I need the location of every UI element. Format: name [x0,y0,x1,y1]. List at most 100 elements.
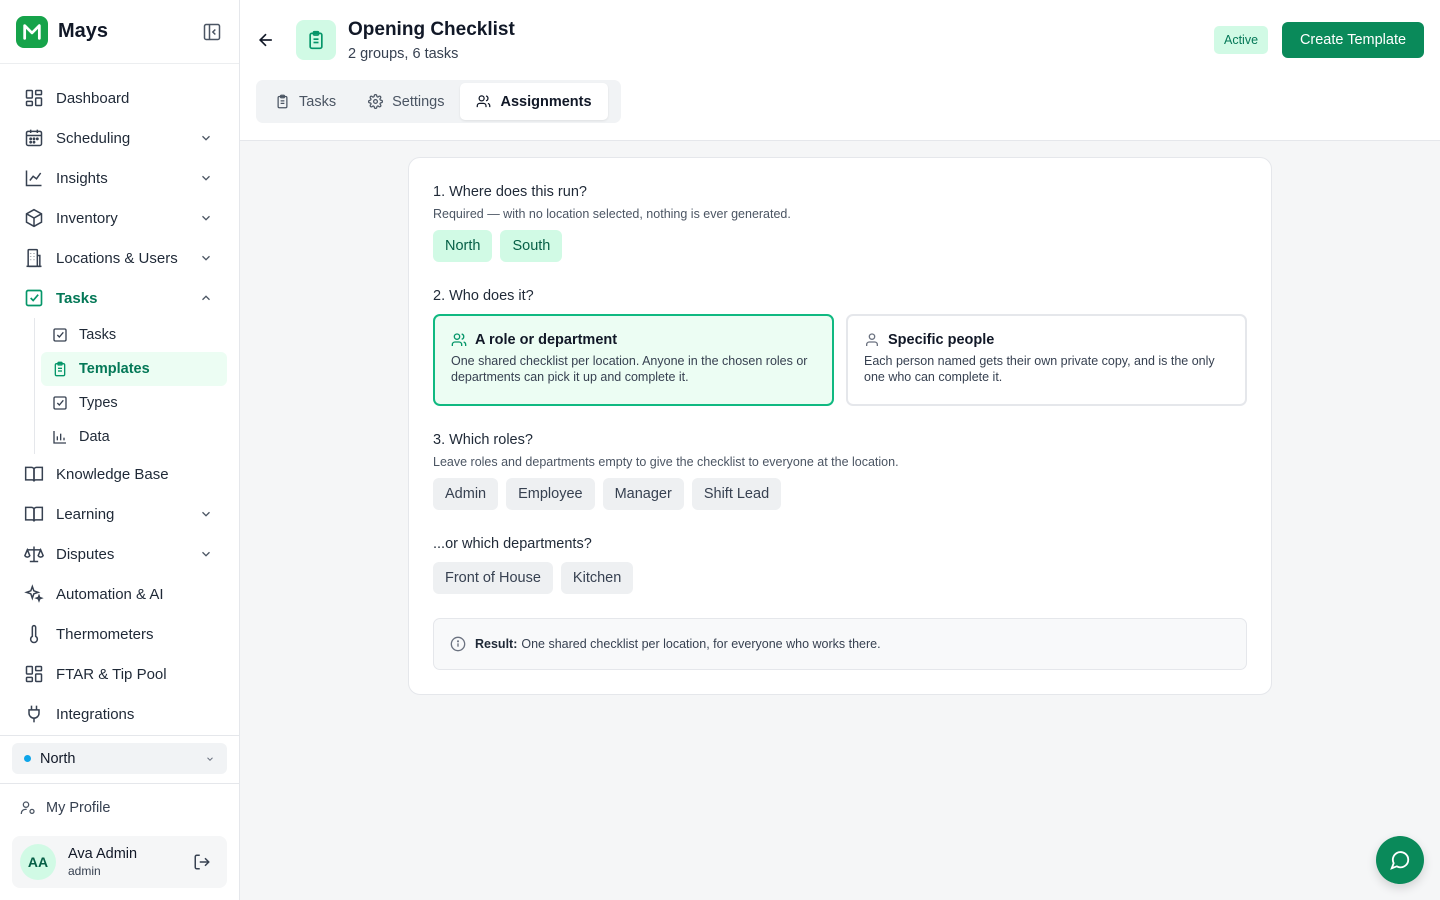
chevron-down-icon[interactable] [199,547,213,561]
clipboard-icon [275,94,290,109]
chevron-up-icon[interactable] [199,291,213,305]
building-icon [24,248,44,268]
sidebar-item-label: Integrations [56,705,135,723]
sidebar-item-inventory[interactable]: Inventory [0,198,239,238]
option-role-or-department[interactable]: A role or department One shared checklis… [433,314,834,406]
option-description: One shared checklist per location. Anyon… [451,354,808,384]
sidebar: Mays Dashboard Scheduling Insights Inven… [0,0,240,900]
location-select-value: North [40,750,76,767]
sidebar-item-label: Locations & Users [56,249,178,267]
subnav-item-data[interactable]: Data [41,420,227,454]
tab-label: Settings [392,93,445,110]
sidebar-item-learning[interactable]: Learning [0,494,239,534]
main-nav: Dashboard Scheduling Insights Inventory … [0,64,239,734]
grid-icon [24,664,44,684]
roles-help: Leave roles and departments empty to giv… [433,455,899,469]
location-chip-south[interactable]: South [500,230,563,262]
bar-chart-icon [52,429,68,445]
chat-button[interactable] [1376,836,1424,884]
tab-label: Assignments [500,93,592,110]
sidebar-item-label: Thermometers [56,625,154,643]
template-clipboard-icon [296,20,336,60]
subnav-item-templates[interactable]: Templates [41,352,227,386]
sidebar-item-label: Automation & AI [56,585,164,603]
subnav-item-tasks[interactable]: Tasks [41,318,227,352]
location-chip-north[interactable]: North [433,230,493,262]
roles-title: 3. Which roles? [433,432,533,448]
sidebar-item-dashboard[interactable]: Dashboard [0,78,239,118]
collapse-sidebar-icon[interactable] [201,21,223,43]
department-chip-kitchen[interactable]: Kitchen [560,562,634,594]
clipboard-icon [52,361,68,377]
sidebar-item-ftar-tip-pool[interactable]: FTAR & Tip Pool [0,654,239,694]
sidebar-item-label: Learning [56,505,115,523]
role-chips: Admin Employee Manager Shift Lead [433,478,782,510]
logout-icon[interactable] [193,853,211,871]
chevron-down-icon[interactable] [199,251,213,265]
avatar[interactable]: AA [20,844,56,880]
sidebar-item-label: Scheduling [56,129,131,147]
result-label: Result: [475,637,518,651]
result-text: One shared checklist per location, for e… [521,637,881,651]
chevron-down-icon[interactable] [199,131,213,145]
location-status-dot [24,755,31,762]
user-icon [866,333,878,346]
sidebar-item-scheduling[interactable]: Scheduling [0,118,239,158]
departments-title: ...or which departments? [433,536,592,552]
option-specific-people[interactable]: Specific people Each person named gets t… [846,314,1247,406]
book-icon [24,464,44,484]
tab-label: Tasks [299,93,337,110]
sidebar-item-locations-users[interactable]: Locations & Users [0,238,239,278]
subnav-item-label: Types [79,395,118,411]
chevron-down-icon [207,756,213,761]
sidebar-item-label: Knowledge Base [56,465,169,483]
status-badge: Active [1214,26,1269,54]
my-profile-link[interactable]: My Profile [20,800,110,816]
back-arrow-icon[interactable] [256,30,276,50]
sidebar-item-knowledge-base[interactable]: Knowledge Base [0,454,239,494]
chevron-down-icon[interactable] [199,171,213,185]
info-icon [450,636,466,652]
page-subtitle: 2 groups, 6 tasks [348,46,459,62]
sidebar-item-disputes[interactable]: Disputes [0,534,239,574]
location-chips: North South [433,230,563,262]
role-chip-admin[interactable]: Admin [433,478,499,510]
where-title: 1. Where does this run? [433,184,587,200]
sidebar-item-automation-ai[interactable]: Automation & AI [0,574,239,614]
tab-bar: Tasks Settings Assignments [256,80,621,123]
department-chips: Front of House Kitchen [433,562,634,594]
users-icon [451,333,467,346]
user-role: admin [68,864,101,878]
department-chip-front-of-house[interactable]: Front of House [433,562,553,594]
thermometer-icon [24,624,44,644]
sidebar-item-thermometers[interactable]: Thermometers [0,614,239,654]
page-title: Opening Checklist [348,19,515,40]
sidebar-item-label: Inventory [56,209,118,227]
calendar-icon [24,128,44,148]
sidebar-item-insights[interactable]: Insights [0,158,239,198]
tab-tasks[interactable]: Tasks [259,83,352,120]
tab-settings[interactable]: Settings [352,83,460,120]
create-template-button[interactable]: Create Template [1282,22,1424,58]
chevron-down-icon[interactable] [199,211,213,225]
role-chip-shift-lead[interactable]: Shift Lead [691,478,782,510]
role-chip-manager[interactable]: Manager [602,478,684,510]
app-logo[interactable] [16,15,48,48]
plug-icon [24,704,44,724]
subnav-item-types[interactable]: Types [41,386,227,420]
sidebar-item-label: Dashboard [56,89,130,107]
page-header: Opening Checklist 2 groups, 6 tasks Acti… [240,0,1440,141]
sidebar-item-integrations[interactable]: Integrations [0,694,239,734]
checkbox-icon [52,327,68,343]
divider [0,735,239,736]
box-icon [24,208,44,228]
role-chip-employee[interactable]: Employee [506,478,595,510]
gear-icon [368,94,384,109]
chevron-down-icon[interactable] [199,507,213,521]
location-select[interactable]: North [12,743,227,774]
user-name: Ava Admin [68,846,138,862]
line-chart-icon [24,168,44,188]
tab-assignments[interactable]: Assignments [460,83,608,120]
sidebar-item-tasks[interactable]: Tasks [0,278,239,318]
app-name: Mays [58,20,109,42]
